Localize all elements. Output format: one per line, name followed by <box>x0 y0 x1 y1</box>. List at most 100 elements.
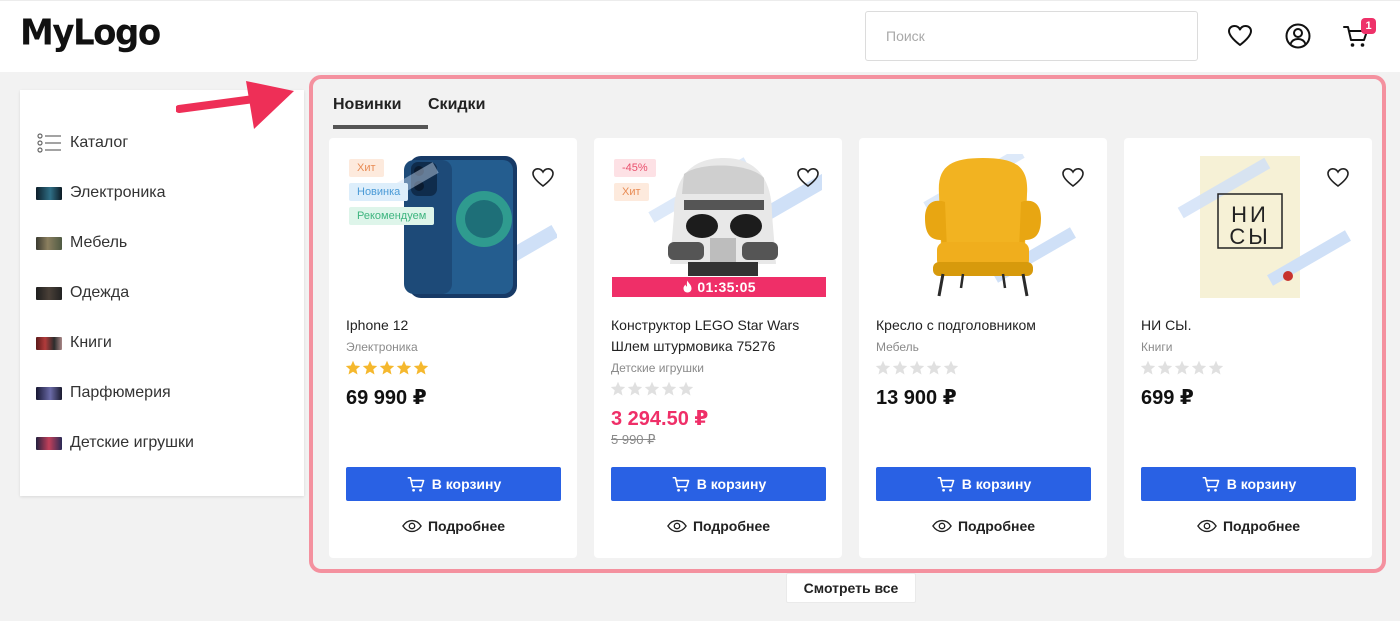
star-icon <box>1174 360 1190 375</box>
cart-icon <box>1202 477 1220 492</box>
sidebar-item-clothing[interactable]: Одежда <box>36 281 129 305</box>
button-label: Подробнее <box>427 518 506 534</box>
books-thumb <box>36 336 62 350</box>
sidebar-item-label: Каталог <box>70 134 129 151</box>
button-label: Подробнее <box>957 518 1036 534</box>
favorite-heart-icon[interactable] <box>1061 166 1085 188</box>
heart-icon[interactable] <box>1226 22 1254 50</box>
cart-icon <box>407 477 425 492</box>
badge-new: Новинка <box>349 183 409 201</box>
sale-timer: 01:35:05 <box>612 277 826 297</box>
product-card: Хит Новинка Рекомендуем Iphone 12 Электр… <box>329 138 577 558</box>
product-card: -45% Хит 01:35:05 Конструктор LEGO Star … <box>594 138 842 558</box>
product-price: 69 990 ₽ <box>346 387 427 409</box>
badge-hit: Хит <box>614 183 649 201</box>
book-cover-line-2: СЫ <box>1229 224 1270 249</box>
logo[interactable]: MyLogo <box>20 12 161 54</box>
product-category: Книги <box>1141 340 1173 354</box>
add-to-cart-button[interactable]: В корзину <box>876 467 1091 501</box>
annotation-arrow <box>176 81 294 129</box>
tab-sale[interactable]: Скидки <box>428 96 485 129</box>
details-button[interactable]: Подробнее <box>346 514 561 538</box>
sidebar-item-furniture[interactable]: Мебель <box>36 231 127 255</box>
eye-icon <box>1197 519 1217 533</box>
search-input[interactable] <box>865 11 1198 61</box>
see-all-button[interactable]: Смотреть все <box>786 573 916 603</box>
header: MyLogo 1 <box>0 0 1400 72</box>
tab-new[interactable]: Новинки <box>333 96 428 129</box>
sidebar-item-label: Одежда <box>70 284 130 301</box>
star-icon <box>909 360 925 375</box>
star-icon <box>1208 360 1224 375</box>
star-icon <box>610 381 626 396</box>
furniture-thumb <box>36 236 62 250</box>
cart-icon <box>672 477 690 492</box>
star-icon <box>1140 360 1156 375</box>
product-old-price: 5 990 ₽ <box>611 432 656 447</box>
badge-recommended: Рекомендуем <box>349 207 435 225</box>
rating-stars <box>875 360 959 378</box>
star-icon <box>379 360 395 375</box>
badge-hit: Хит <box>349 159 384 177</box>
product-image-book[interactable]: НИ СЫ <box>1144 154 1352 300</box>
toys-thumb <box>36 436 62 450</box>
button-label: В корзину <box>696 476 767 492</box>
favorite-heart-icon[interactable] <box>796 166 820 188</box>
sidebar-item-label: Книги <box>70 334 112 351</box>
product-category: Детские игрушки <box>611 361 704 375</box>
star-icon <box>661 381 677 396</box>
fire-icon <box>683 280 692 293</box>
star-icon <box>892 360 908 375</box>
details-button[interactable]: Подробнее <box>876 514 1091 538</box>
tab-label: Новинки <box>333 96 402 113</box>
add-to-cart-button[interactable]: В корзину <box>1141 467 1356 501</box>
details-button[interactable]: Подробнее <box>611 514 826 538</box>
clothing-thumb <box>36 286 62 300</box>
button-label: В корзину <box>431 476 502 492</box>
star-icon <box>943 360 959 375</box>
button-label: В корзину <box>961 476 1032 492</box>
eye-icon <box>667 519 687 533</box>
eye-icon <box>932 519 952 533</box>
sidebar-item-perfume[interactable]: Парфюмерия <box>36 381 171 405</box>
product-category: Электроника <box>346 340 418 354</box>
product-title[interactable]: Iphone 12 <box>346 315 561 336</box>
add-to-cart-button[interactable]: В корзину <box>346 467 561 501</box>
star-icon <box>396 360 412 375</box>
sidebar-item-toys[interactable]: Детские игрушки <box>36 431 194 455</box>
product-image-armchair[interactable] <box>879 154 1087 300</box>
user-icon[interactable] <box>1284 22 1312 50</box>
star-icon <box>627 381 643 396</box>
product-title[interactable]: НИ СЫ. <box>1141 315 1356 336</box>
add-to-cart-button[interactable]: В корзину <box>611 467 826 501</box>
list-icon <box>37 133 61 153</box>
star-icon <box>644 381 660 396</box>
sidebar-item-label: Электроника <box>70 184 166 201</box>
star-icon <box>1157 360 1173 375</box>
star-icon <box>1191 360 1207 375</box>
cart-icon <box>937 477 955 492</box>
rating-stars <box>610 381 694 399</box>
badge-discount: -45% <box>614 159 656 177</box>
favorite-heart-icon[interactable] <box>531 166 555 188</box>
electronics-thumb <box>36 186 62 200</box>
button-label: Подробнее <box>692 518 771 534</box>
product-title[interactable]: Конструктор LEGO Star Wars Шлем штурмови… <box>611 315 826 357</box>
perfume-thumb <box>36 386 62 400</box>
sidebar-item-books[interactable]: Книги <box>36 331 112 355</box>
details-button[interactable]: Подробнее <box>1141 514 1356 538</box>
star-icon <box>362 360 378 375</box>
favorite-heart-icon[interactable] <box>1326 166 1350 188</box>
product-price: 13 900 ₽ <box>876 387 957 409</box>
rating-stars <box>345 360 429 378</box>
product-title[interactable]: Кресло с подголовником <box>876 315 1091 336</box>
star-icon <box>875 360 891 375</box>
sidebar-item-catalog[interactable]: Каталог <box>36 131 128 155</box>
sidebar-item-label: Детские игрушки <box>70 434 194 451</box>
timer-value: 01:35:05 <box>697 279 756 295</box>
product-price: 699 ₽ <box>1141 387 1194 409</box>
sidebar-item-electronics[interactable]: Электроника <box>36 181 166 205</box>
sidebar-item-label: Парфюмерия <box>70 384 171 401</box>
button-label: В корзину <box>1226 476 1297 492</box>
sidebar-item-label: Мебель <box>70 234 128 251</box>
